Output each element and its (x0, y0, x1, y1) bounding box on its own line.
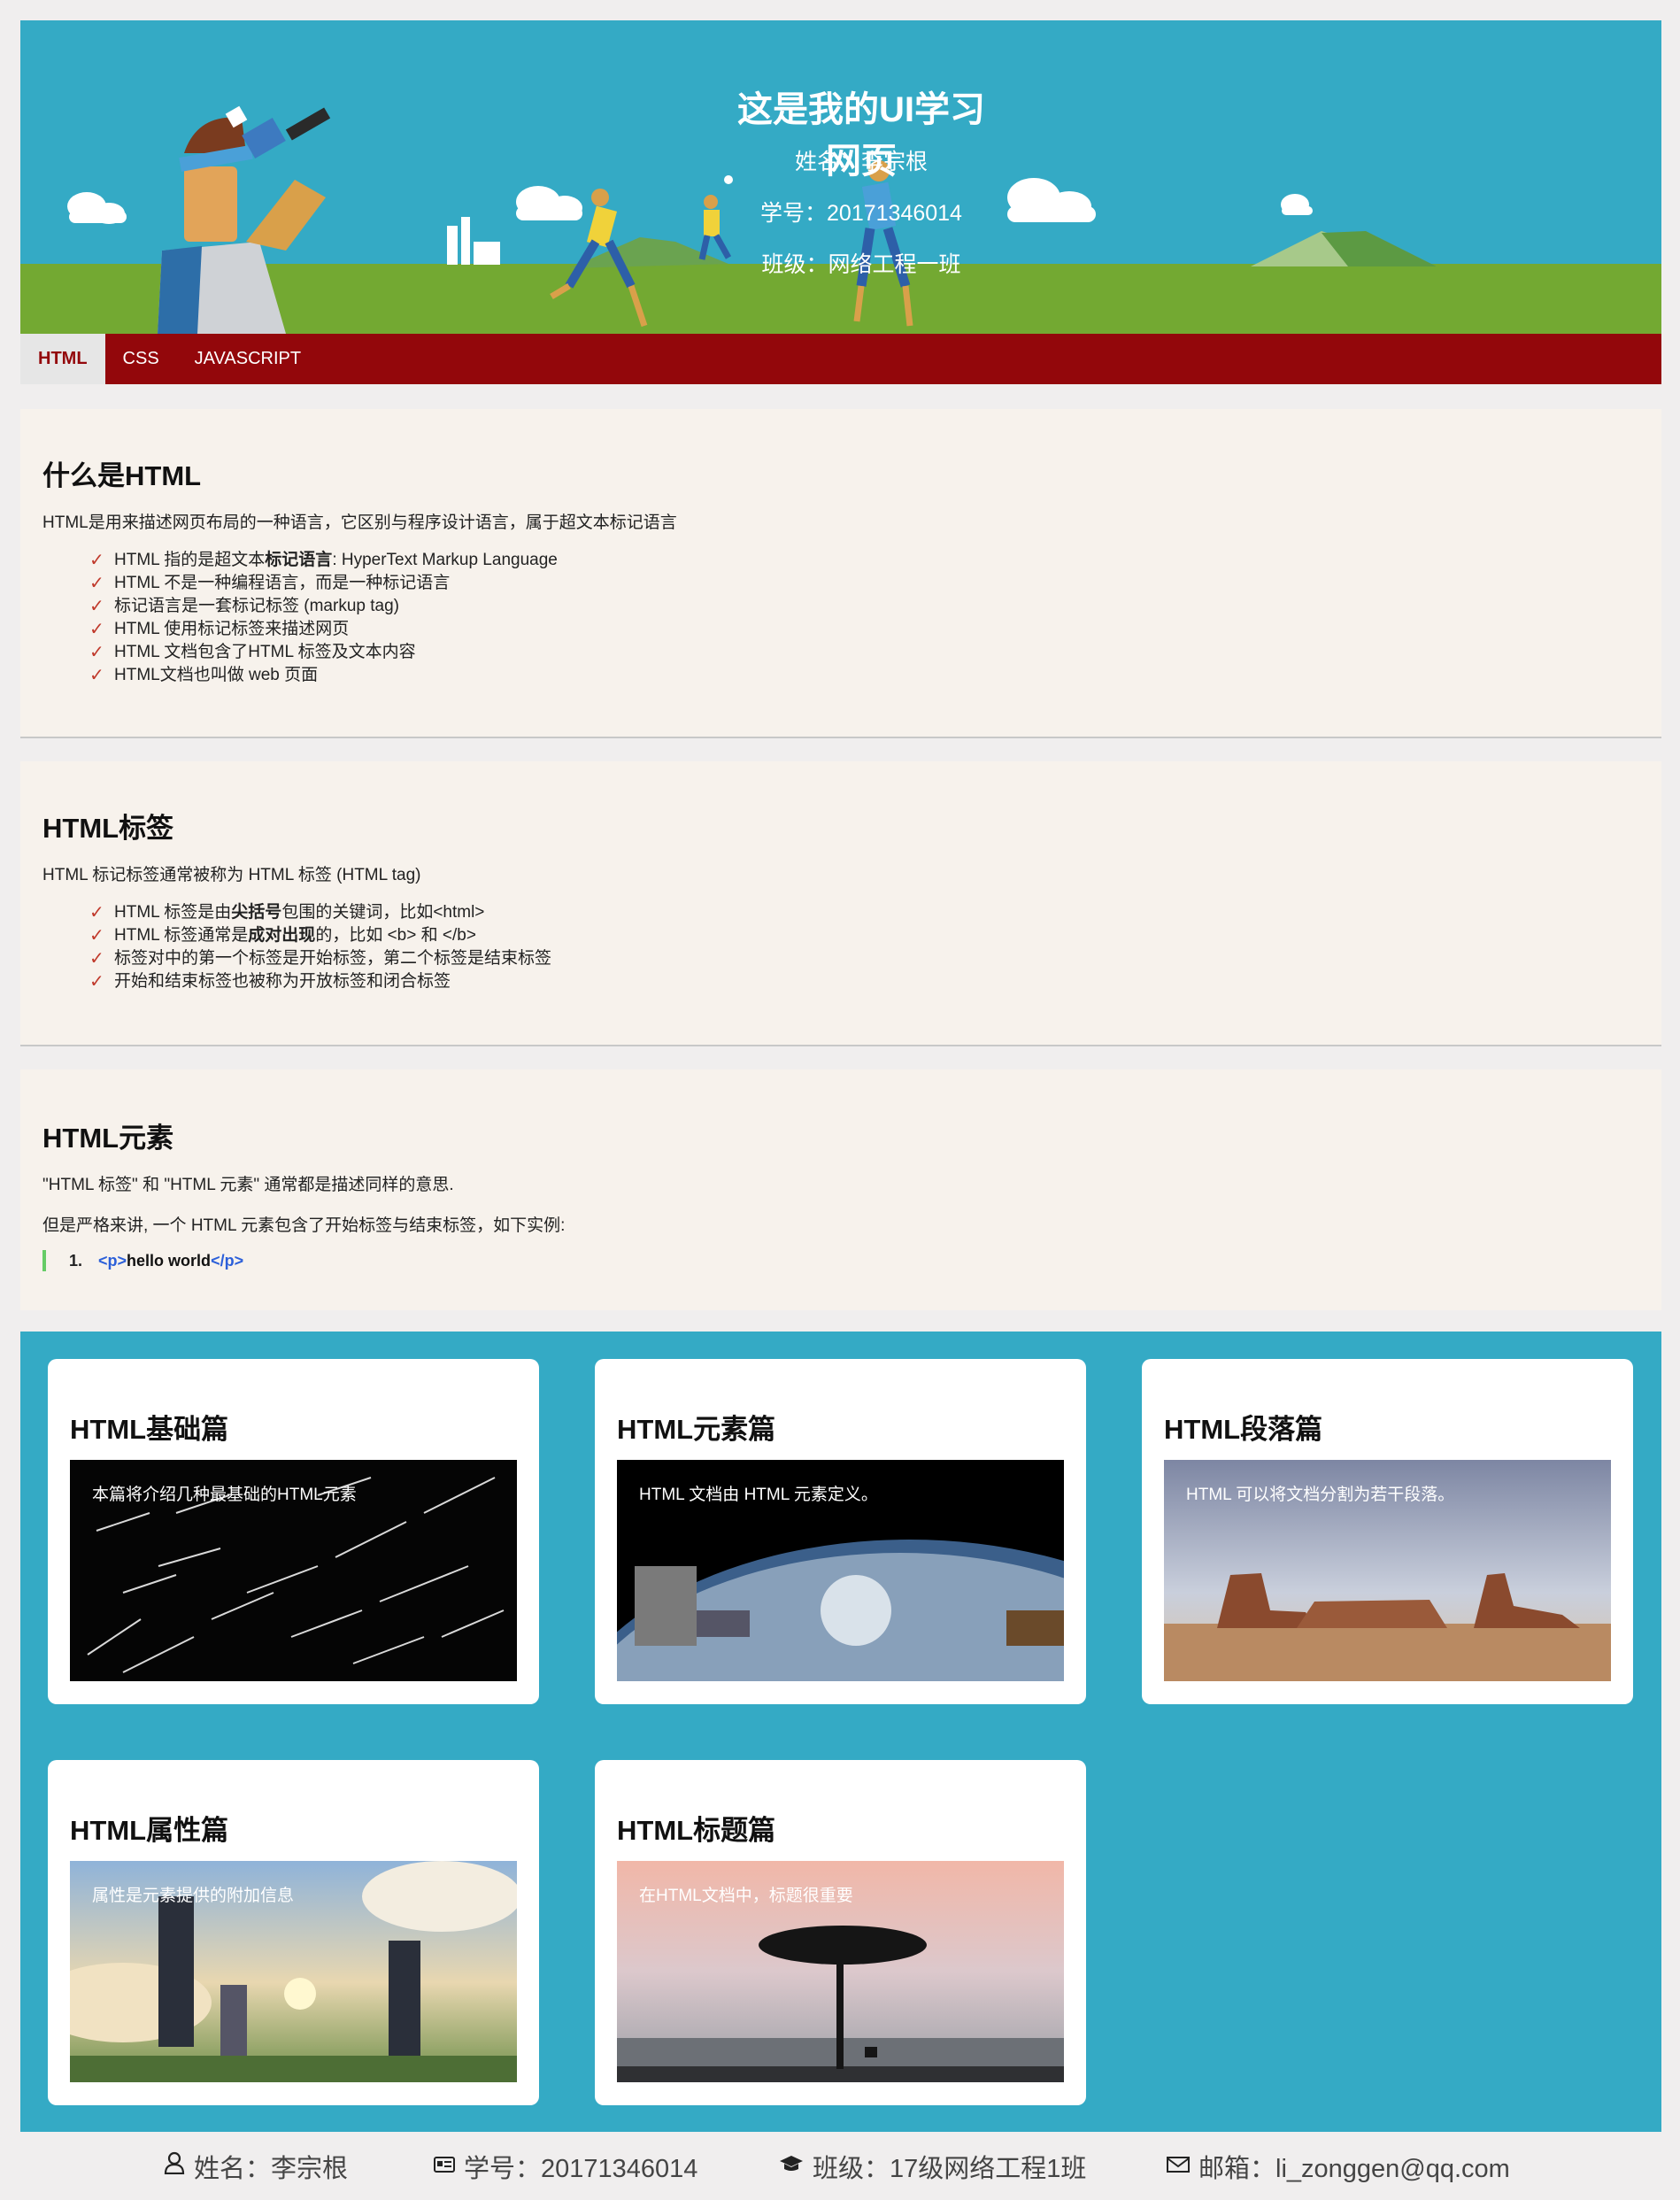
card-image-earth-orbit: HTML 文档由 HTML 元素定义。 (617, 1460, 1064, 1681)
nav-item-javascript[interactable]: JAVASCRIPT (177, 334, 319, 384)
footer-email: 邮箱：li_zonggen@qq.com (1167, 2148, 1510, 2185)
check-icon: ✓ (89, 949, 104, 969)
card-html-basics[interactable]: HTML基础篇 本篇将介绍几种最基础的HTML元素 (48, 1359, 539, 1704)
card-caption: 在HTML文档中，标题很重要 (639, 1887, 853, 1905)
list-item: ✓ 开始和结束标签也被称为开放标签和闭合标签 (89, 972, 451, 992)
card-caption: HTML 可以将文档分割为若干段落。 (1186, 1486, 1455, 1504)
divider (20, 1045, 1661, 1046)
section-title: HTML元素 (42, 1123, 174, 1154)
main-nav: HTML CSS JAVASCRIPT (20, 334, 1661, 384)
card-caption: 属性是元素提供的附加信息 (92, 1887, 295, 1905)
nav-item-css[interactable]: CSS (105, 334, 177, 384)
user-icon (164, 2151, 185, 2181)
check-icon: ✓ (89, 574, 104, 593)
check-list: ✓ HTML 指的是超文本 标记语言: HyperText Markup Langu… (89, 549, 558, 687)
header-student-id: 学号：20171346014 (760, 201, 962, 226)
footer-name: 姓名：李宗根 (164, 2148, 348, 2185)
card-title: HTML标题篇 (617, 1815, 776, 1846)
envelope-icon (1167, 2152, 1190, 2180)
list-item: ✓ HTML 使用标记标签来描述网页 (89, 620, 350, 639)
card-caption: 本篇将介绍几种最基础的HTML元素 (92, 1486, 357, 1504)
section-html-elements: HTML元素 "HTML 标签" 和 "HTML 元素" 通常都是描述同样的意思… (20, 1069, 1661, 1310)
list-item: ✓ 标签对中的第一个标签是开始标签，第二个标签是结束标签 (89, 949, 552, 969)
card-html-paragraphs[interactable]: HTML段落篇 HTML 可以将文档分割为若干段落。 (1142, 1359, 1633, 1704)
card-title: HTML基础篇 (70, 1414, 229, 1445)
card-html-attributes[interactable]: HTML属性篇 属性是元素提供的附加信息 (48, 1760, 539, 2105)
code-bar (42, 1250, 46, 1271)
check-icon: ✓ (89, 926, 104, 946)
section-what-is-html: 什么是HTML HTML是用来描述网页布局的一种语言，它区别与程序设计语言，属于… (20, 409, 1661, 737)
section-paragraph: 但是严格来讲, 一个 HTML 元素包含了开始标签与结束标签，如下实例: (42, 1216, 566, 1235)
card-image-starfield: 本篇将介绍几种最基础的HTML元素 (70, 1460, 517, 1681)
card-title: HTML元素篇 (617, 1414, 776, 1445)
header-class: 班级：网络工程一班 (761, 252, 961, 277)
card-grid: HTML基础篇 本篇将介绍几种最基础的HTML元素 HTML元素篇 HTML 文… (20, 1332, 1661, 2132)
check-list: ✓ HTML 标签是由 尖括号 包围的关键词，比如<html> ✓ HTML 标签通常是… (89, 901, 551, 993)
list-item: ✓ 标记语言是一套标记标签 (markup tag) (89, 597, 399, 616)
header-name: 姓名：李宗根 (794, 150, 928, 174)
card-image-acacia-sunset: 在HTML文档中，标题很重要 (617, 1861, 1064, 2082)
card-image-anime-sky: 属性是元素提供的附加信息 (70, 1861, 517, 2082)
footer-student-id: 学号：20171346014 (434, 2148, 697, 2185)
code-line-number: 1. (69, 1251, 83, 1270)
page-header: 这是我的UI学习网页 姓名：李宗根 学号：20171346014 班级：网络工程… (20, 20, 1661, 334)
section-paragraph: "HTML 标签" 和 "HTML 元素" 通常都是描述同样的意思. (42, 1176, 454, 1194)
section-intro: HTML是用来描述网页布局的一种语言，它区别与程序设计语言，属于超文本标记语言 (42, 513, 677, 532)
code-close-tag: </p> (211, 1251, 244, 1270)
check-icon: ✓ (89, 903, 104, 922)
section-title: 什么是HTML (42, 460, 202, 491)
nav-item-html[interactable]: HTML (20, 334, 105, 384)
card-caption: HTML 文档由 HTML 元素定义。 (639, 1486, 878, 1504)
check-icon: ✓ (89, 620, 104, 639)
section-intro: HTML 标记标签通常被称为 HTML 标签 (HTML tag) (42, 866, 421, 884)
graduation-cap-icon (779, 2152, 804, 2180)
card-title: HTML段落篇 (1164, 1414, 1323, 1445)
page-footer: 姓名：李宗根 学号：20171346014 班级：17级网络工程1班 邮箱：li… (0, 2132, 1680, 2200)
check-icon: ✓ (89, 551, 104, 570)
code-open-tag: <p> (98, 1251, 127, 1270)
divider (20, 737, 1661, 738)
list-item: ✓ HTML文档也叫做 web 页面 (89, 666, 319, 685)
code-text: hello world (127, 1251, 212, 1270)
section-title: HTML标签 (42, 813, 174, 844)
card-html-headings[interactable]: HTML标题篇 在HTML文档中，标题很重要 (595, 1760, 1086, 2105)
list-item: ✓ HTML 标签通常是 成对出现 的，比如 <b> 和 </b> (89, 926, 476, 946)
card-title: HTML属性篇 (70, 1815, 229, 1846)
card-html-elements[interactable]: HTML元素篇 HTML 文档由 HTML 元素定义。 (595, 1359, 1086, 1704)
check-icon: ✓ (89, 972, 104, 992)
code-sample: 1. <p> hello world </p> (42, 1249, 243, 1272)
list-item: ✓ HTML 不是一种编程语言，而是一种标记语言 (89, 574, 451, 593)
list-item: ✓ HTML 文档包含了HTML 标签及文本内容 (89, 643, 416, 662)
list-item: ✓ HTML 标签是由 尖括号 包围的关键词，比如<html> (89, 903, 485, 922)
check-icon: ✓ (89, 643, 104, 662)
id-card-icon (434, 2152, 455, 2180)
card-image-desert-mesa: HTML 可以将文档分割为若干段落。 (1164, 1460, 1611, 1681)
check-icon: ✓ (89, 597, 104, 616)
check-icon: ✓ (89, 666, 104, 685)
list-item: ✓ HTML 指的是超文本 标记语言: HyperText Markup Langu… (89, 551, 558, 570)
footer-class: 班级：17级网络工程1班 (779, 2148, 1086, 2185)
section-html-tags: HTML标签 HTML 标记标签通常被称为 HTML 标签 (HTML tag)… (20, 761, 1661, 1045)
